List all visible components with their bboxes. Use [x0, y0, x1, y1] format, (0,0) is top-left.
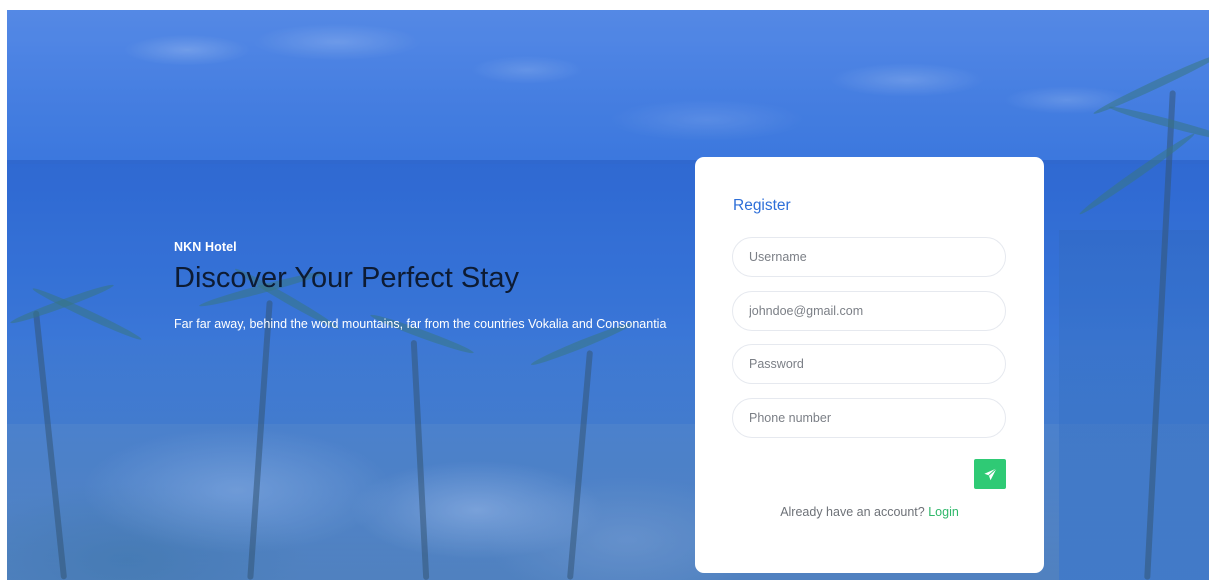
- email-field[interactable]: [732, 291, 1006, 331]
- hero-text: NKN Hotel Discover Your Perfect Stay Far…: [174, 240, 666, 331]
- username-field[interactable]: [732, 237, 1006, 277]
- submit-register-button[interactable]: [974, 459, 1006, 489]
- hero-tagline: Far far away, behind the word mountains,…: [174, 317, 667, 331]
- paper-plane-icon: [983, 467, 997, 480]
- login-prompt-line: Already have an account? Login: [695, 505, 1044, 519]
- login-link[interactable]: Login: [928, 505, 959, 519]
- register-title: Register: [733, 197, 791, 214]
- hero-headline: Discover Your Perfect Stay: [174, 262, 519, 294]
- login-prompt-text: Already have an account?: [780, 505, 925, 519]
- phone-field[interactable]: [732, 398, 1006, 438]
- register-card: Register Already have an account? Login: [695, 157, 1044, 573]
- hero-section: NKN Hotel Discover Your Perfect Stay Far…: [7, 10, 1209, 580]
- brand-name: NKN Hotel: [174, 240, 237, 254]
- password-field[interactable]: [732, 344, 1006, 384]
